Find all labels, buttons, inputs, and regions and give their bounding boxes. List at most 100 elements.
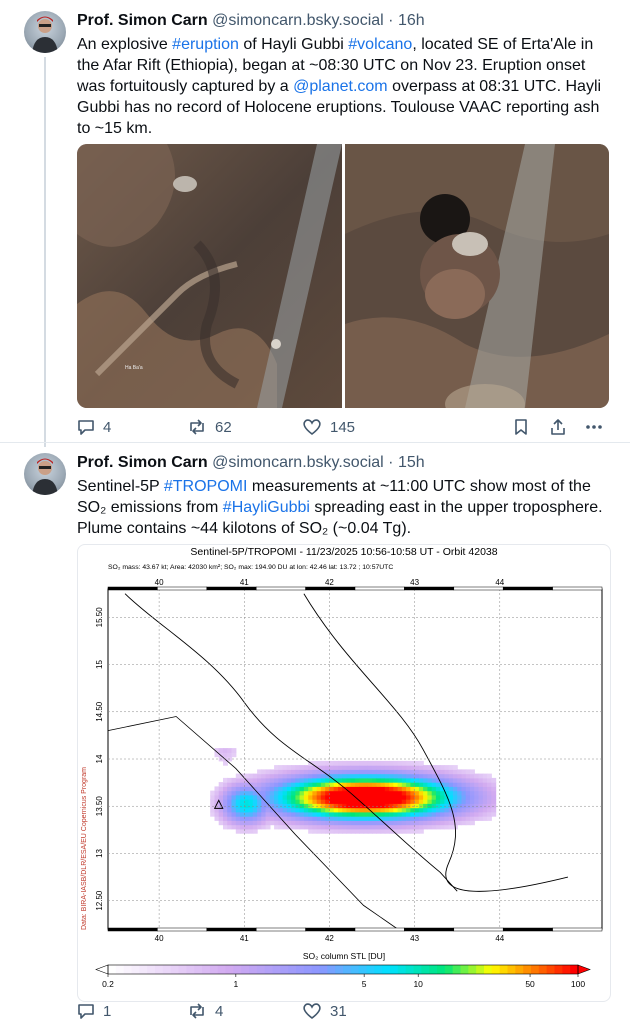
plume-cell xyxy=(401,811,407,817)
like-button[interactable]: 31 xyxy=(302,1002,347,1020)
plume-cell xyxy=(470,794,475,800)
plume-cell xyxy=(418,769,424,775)
frame-bar xyxy=(255,927,306,932)
plume-cell xyxy=(282,794,288,800)
colorbar-segment xyxy=(397,965,407,974)
plume-cell xyxy=(265,782,271,787)
mention-link[interactable]: @planet.com xyxy=(293,78,388,95)
hashtag-link[interactable]: #TROPOMI xyxy=(164,478,248,495)
plume-cell xyxy=(214,816,220,821)
plume-cell xyxy=(457,773,463,779)
plume-cell xyxy=(320,799,326,804)
frame-bar xyxy=(206,586,257,591)
plume-cell xyxy=(312,803,318,809)
plume-cell xyxy=(235,777,241,783)
colorbar-tick-label: 50 xyxy=(525,979,535,989)
plume-cell xyxy=(346,760,352,766)
plume-cell xyxy=(423,790,428,796)
reply-button[interactable]: 4 xyxy=(77,418,111,436)
plume-cell xyxy=(406,820,411,826)
plume-cell xyxy=(244,803,250,809)
plume-cell xyxy=(261,824,267,830)
repost-button[interactable]: 62 xyxy=(187,418,232,436)
plume-cell xyxy=(333,765,339,770)
plume-cell xyxy=(393,820,399,826)
plume-cell xyxy=(252,828,258,834)
plume-cell xyxy=(218,811,224,817)
plume-cell xyxy=(286,790,292,796)
post-header: Prof. Simon Carn @simoncarn.bsky.social … xyxy=(77,11,425,31)
plume-cell xyxy=(427,820,433,826)
hashtag-link[interactable]: #eruption xyxy=(172,36,239,53)
plume-cell xyxy=(461,803,467,809)
more-icon xyxy=(586,425,602,429)
plume-cell xyxy=(418,807,424,813)
share-button[interactable] xyxy=(549,418,567,436)
plume-cell xyxy=(308,799,314,804)
plume-cell xyxy=(384,828,390,834)
plume-cell xyxy=(338,824,343,830)
plume-cell xyxy=(389,811,394,817)
plume-cell xyxy=(406,769,411,775)
plume-cell xyxy=(223,748,228,753)
plume-cell xyxy=(482,794,488,800)
bookmark-button[interactable] xyxy=(513,418,529,436)
plume-cell xyxy=(418,828,424,834)
plume-cell xyxy=(435,807,441,813)
plume-cell xyxy=(320,820,326,826)
plume-cell xyxy=(448,816,454,821)
plume-cell xyxy=(269,816,275,821)
post-time[interactable]: 15h xyxy=(398,454,425,471)
post-time[interactable]: 16h xyxy=(398,12,425,29)
plume-cell xyxy=(350,786,356,792)
plume-cell xyxy=(346,803,352,809)
plume-cell xyxy=(291,773,296,779)
plume-cell xyxy=(312,790,318,796)
satellite-image-before[interactable]: Ha Ba'a xyxy=(77,144,342,408)
plume-cell xyxy=(355,786,360,792)
plume-cell xyxy=(286,803,292,809)
colorbar-segment xyxy=(515,965,524,974)
plume-cell xyxy=(444,769,450,775)
plume-cell xyxy=(478,782,484,787)
hashtag-link[interactable]: #HayliGubbi xyxy=(223,499,310,516)
author-handle[interactable]: @simoncarn.bsky.social xyxy=(212,454,384,471)
plume-cell xyxy=(338,769,343,775)
avatar[interactable] xyxy=(24,11,66,53)
plume-cell xyxy=(376,799,382,804)
avatar[interactable] xyxy=(24,453,66,495)
plume-cell xyxy=(389,816,394,821)
author-name[interactable]: Prof. Simon Carn xyxy=(77,12,208,29)
plume-cell xyxy=(355,820,360,826)
reply-button[interactable]: 1 xyxy=(77,1002,111,1020)
plume-cell xyxy=(286,811,292,817)
author-name[interactable]: Prof. Simon Carn xyxy=(77,454,208,471)
plume-cell xyxy=(401,820,407,826)
colorbar-segment xyxy=(131,965,140,974)
plume-cell xyxy=(427,824,433,830)
plume-cell xyxy=(448,777,454,783)
plume-cell xyxy=(308,807,314,813)
plume-cell xyxy=(346,816,352,821)
hashtag-link[interactable]: #volcano xyxy=(348,36,412,53)
plume-cell xyxy=(359,794,365,800)
plot-frame xyxy=(107,588,603,930)
more-options-button[interactable] xyxy=(585,418,603,436)
author-handle[interactable]: @simoncarn.bsky.social xyxy=(212,12,384,29)
satellite-image-eruption[interactable] xyxy=(345,144,609,408)
plume-cell xyxy=(274,777,279,783)
plume-cell xyxy=(274,824,279,830)
plume-cell xyxy=(427,773,433,779)
frame-bar xyxy=(354,586,405,591)
plume-cell xyxy=(303,803,309,809)
colorbar-segment xyxy=(249,965,258,974)
plume-cell xyxy=(338,803,343,809)
plume-cell xyxy=(444,824,450,830)
repost-button[interactable]: 4 xyxy=(187,1002,223,1020)
plume-cell xyxy=(457,816,463,821)
x-tick-label: 44 xyxy=(495,934,504,943)
plume-cell xyxy=(308,820,314,826)
plume-cell xyxy=(261,803,267,809)
so2-map-image[interactable]: Sentinel-5P/TROPOMI - 11/23/2025 10:56-1… xyxy=(77,544,611,1002)
like-button[interactable]: 145 xyxy=(302,418,355,436)
